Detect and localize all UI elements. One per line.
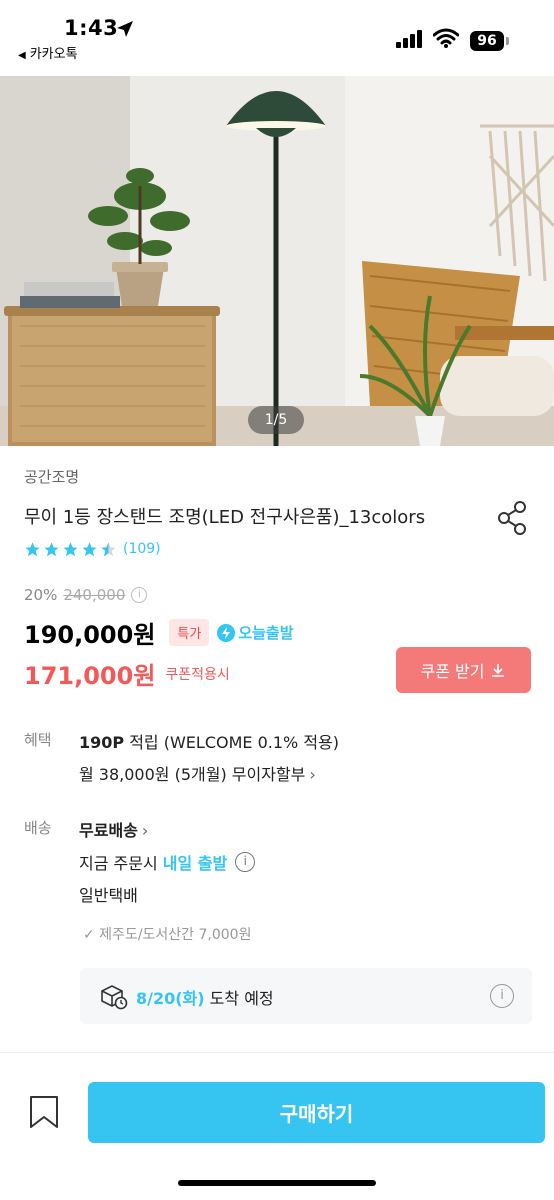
- wifi-icon: [433, 28, 459, 48]
- shipping-label: 배송: [24, 819, 52, 837]
- star-icon: [25, 541, 40, 556]
- installment-text: 월 38,000원 (5개월) 무이자할부: [79, 765, 306, 784]
- sale-price: 190,000원: [24, 621, 156, 649]
- dispatch-row: 지금 주문시 내일 출발 i: [79, 850, 256, 874]
- back-app-label: 카카오톡: [29, 47, 78, 62]
- today-shipping-badge: 오늘출발: [217, 622, 294, 643]
- product-title: 무이 1등 장스탠드 조명(LED 전구사은품)_13colors: [24, 507, 426, 528]
- arrival-text: 8/20(화) 도착 예정: [136, 985, 274, 1009]
- today-shipping-label: 오늘출발: [238, 624, 294, 642]
- benefit-label: 혜택: [24, 731, 52, 749]
- bookmark-icon[interactable]: [28, 1095, 60, 1129]
- cellular-signal-icon: [396, 30, 422, 48]
- delivery-method: 일반택배: [79, 886, 138, 905]
- home-indicator: [178, 1180, 376, 1186]
- product-image[interactable]: [0, 76, 554, 446]
- share-icon[interactable]: [496, 500, 530, 536]
- arrival-estimate-box: 8/20(화) 도착 예정 i: [80, 968, 532, 1024]
- review-count[interactable]: (109): [123, 541, 161, 557]
- dispatch-highlight: 내일 출발: [162, 854, 228, 873]
- image-counter: 1/5: [248, 406, 304, 434]
- original-price-row: 20% 240,000 i: [24, 586, 148, 604]
- arrival-suffix: 도착 예정: [204, 989, 274, 1008]
- points-description: 적립 (WELCOME 0.1% 적용): [124, 733, 340, 752]
- coupon-price: 171,000원: [24, 662, 156, 690]
- special-deal-badge: 특가: [169, 619, 210, 646]
- arrival-info-icon[interactable]: i: [490, 984, 514, 1008]
- status-time: 1:43: [64, 16, 119, 40]
- package-clock-icon: [101, 985, 128, 1010]
- rating-row[interactable]: (109): [24, 539, 161, 559]
- free-shipping-link[interactable]: 무료배송 ›: [79, 817, 148, 841]
- battery-tip: [506, 37, 509, 45]
- points-row: 190P 적립 (WELCOME 0.1% 적용): [79, 729, 339, 753]
- original-price: 240,000: [63, 586, 126, 604]
- star-rating: [24, 541, 117, 558]
- free-shipping-text: 무료배송: [79, 821, 138, 840]
- battery-indicator: 96: [470, 31, 504, 51]
- lightning-icon: [217, 623, 236, 642]
- extra-fee-note: ✓ 제주도/도서산간 7,000원: [83, 927, 252, 943]
- coupon-note: 쿠폰적용시: [165, 666, 230, 683]
- price-row: 190,000원 특가 오늘출발: [24, 615, 294, 650]
- chevron-right-icon: ›: [309, 765, 316, 784]
- discount-rate: 20%: [24, 586, 58, 604]
- star-icon: [44, 541, 59, 556]
- points-amount: 190P: [79, 733, 125, 752]
- back-triangle-icon: ◀: [18, 50, 26, 61]
- brand-name[interactable]: 공간조명: [24, 466, 79, 487]
- location-arrow-icon: [117, 21, 133, 37]
- footer-divider: [0, 1052, 554, 1053]
- back-to-app-link[interactable]: ◀ 카카오톡: [18, 43, 78, 62]
- get-coupon-label: 쿠폰 받기: [420, 662, 485, 681]
- dispatch-info-icon[interactable]: i: [235, 852, 256, 872]
- download-icon: [492, 664, 505, 677]
- price-info-icon[interactable]: i: [131, 587, 148, 603]
- installment-link[interactable]: 월 38,000원 (5개월) 무이자할부 ›: [79, 761, 316, 785]
- coupon-price-row: 171,000원 쿠폰적용시: [24, 656, 230, 691]
- star-icon: [63, 541, 78, 556]
- status-bar: 1:43 ◀ 카카오톡 96: [0, 0, 554, 76]
- dispatch-prefix: 지금 주문시: [79, 854, 163, 873]
- buy-button[interactable]: 구매하기: [88, 1082, 545, 1143]
- chevron-right-icon: ›: [141, 821, 149, 840]
- star-icon: [82, 541, 97, 556]
- product-photo: [0, 76, 554, 446]
- arrival-date: 8/20(화): [136, 989, 205, 1008]
- half-star-icon: [101, 541, 116, 556]
- get-coupon-button[interactable]: 쿠폰 받기: [396, 647, 531, 693]
